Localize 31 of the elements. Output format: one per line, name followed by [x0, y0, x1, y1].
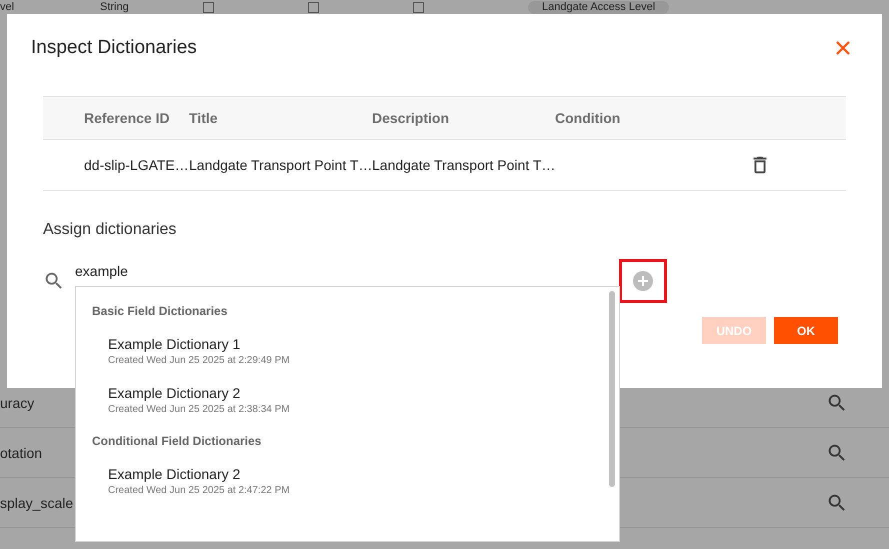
column-header: Title [189, 110, 219, 126]
table-cell: Landgate Transport Point T… [189, 157, 372, 173]
row-name: otation [0, 444, 42, 460]
column-header: Condition [555, 110, 622, 126]
chip: Landgate Access Level [528, 0, 670, 14]
section-heading: Assign dictionaries [43, 221, 178, 239]
column-header: Description [372, 110, 450, 126]
column-header: Reference ID [84, 110, 171, 126]
dropdown-item[interactable]: Example Dictionary 2 Created Wed Jun 25 2025 at 2:38:34 PM [108, 385, 588, 415]
item-name: Example Dictionary 2 [108, 385, 242, 401]
group-heading: Basic Field Dictionaries [92, 304, 228, 318]
scrollbar[interactable] [609, 291, 615, 487]
dropdown-item[interactable]: Example Dictionary 1 Created Wed Jun 25 2025 at 2:29:49 PM [108, 336, 588, 366]
checkbox[interactable] [413, 2, 424, 12]
group-heading: Conditional Field Dictionaries [92, 434, 262, 448]
type-text: String [100, 1, 130, 13]
checkbox[interactable] [308, 2, 319, 12]
item-name: Example Dictionary 2 [108, 466, 242, 482]
dropdown-item[interactable]: Example Dictionary 2 Created Wed Jun 25 2025 at 2:47:22 PM [108, 466, 588, 496]
checkbox[interactable] [203, 2, 214, 12]
item-date: Created Wed Jun 25 2025 at 2:29:49 PM [108, 355, 291, 366]
dialog-title: Inspect Dictionaries [31, 37, 197, 59]
item-date: Created Wed Jun 25 2025 at 2:38:34 PM [108, 404, 291, 415]
table-cell: Landgate Transport Point T… [372, 157, 555, 173]
row-name: vel [0, 1, 16, 13]
table-cell: dd-slip-LGATE… [84, 157, 189, 173]
item-date: Created Wed Jun 25 2025 at 2:47:22 PM [108, 485, 291, 496]
item-name: Example Dictionary 1 [108, 336, 242, 352]
close-icon[interactable] [835, 40, 851, 56]
row-name: splay_scale [0, 494, 74, 510]
row-name: uracy [0, 394, 34, 410]
